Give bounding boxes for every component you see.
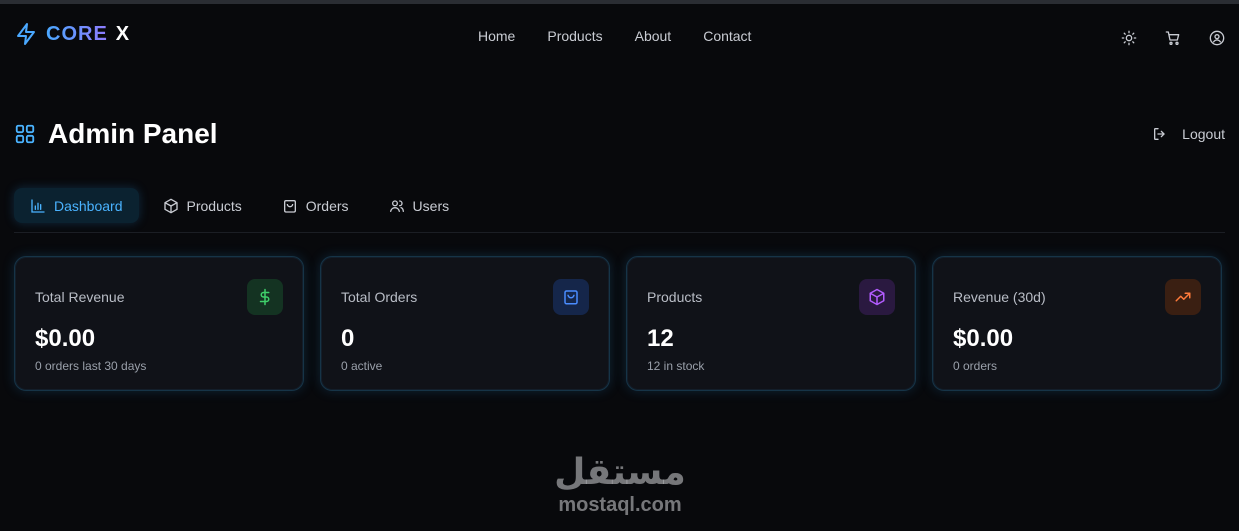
tab-orders[interactable]: Orders: [266, 188, 365, 223]
brand-name-x: X: [115, 22, 131, 45]
nav-link-about[interactable]: About: [635, 28, 672, 44]
nav-actions: [1117, 26, 1229, 50]
dollar-icon: [259, 288, 270, 306]
stat-value: $0.00: [953, 325, 1014, 352]
user-circle-icon: [1209, 30, 1225, 46]
admin-tabs: Dashboard Products Orders Users: [14, 188, 465, 223]
theme-toggle-button[interactable]: [1117, 26, 1141, 50]
grid-icon: [15, 124, 35, 144]
shopping-bag-icon: [283, 199, 296, 213]
brand-name-core: CORE: [46, 22, 108, 45]
lightning-bolt-icon: [17, 23, 35, 45]
stat-label: Products: [647, 289, 703, 305]
logout-label: Logout: [1182, 126, 1225, 142]
watermark-arabic: مستقل: [554, 452, 686, 493]
tab-dashboard[interactable]: Dashboard: [14, 188, 139, 223]
page-header: Admin Panel Logout: [14, 118, 1225, 158]
nav-link-home[interactable]: Home: [478, 28, 515, 44]
stat-label: Total Revenue: [35, 289, 125, 305]
stat-value: $0.00: [35, 325, 96, 352]
nav-link-contact[interactable]: Contact: [703, 28, 751, 44]
watermark-latin: mostaql.com: [558, 494, 682, 516]
tabs-divider: [14, 232, 1225, 233]
stat-icon-badge: [859, 279, 895, 315]
stat-subtext: 12 in stock: [647, 359, 705, 373]
logout-icon: [1154, 127, 1165, 140]
stat-value: 0: [341, 325, 355, 352]
cart-button[interactable]: [1161, 26, 1185, 50]
stat-card-total-orders: Total Orders 0 0 active: [320, 256, 610, 391]
stat-card-revenue-30d: Revenue (30d) $0.00 0 orders: [932, 256, 1222, 391]
stat-card-total-revenue: Total Revenue $0.00 0 orders last 30 day…: [14, 256, 304, 391]
stat-icon-badge: [1165, 279, 1201, 315]
cart-icon: [1165, 31, 1180, 45]
stat-subtext: 0 orders: [953, 359, 998, 373]
nav-link-products[interactable]: Products: [547, 28, 602, 44]
stat-subtext: 0 active: [341, 359, 383, 373]
stat-label: Revenue (30d): [953, 289, 1046, 305]
tab-label: Users: [412, 197, 450, 214]
tab-label: Products: [186, 197, 242, 214]
watermark: مستقل mostaql.com: [550, 452, 690, 516]
stat-subtext: 0 orders last 30 days: [35, 359, 147, 373]
page-title: Admin Panel: [48, 118, 218, 149]
app-window: CORE X Home Products About Contact Admin…: [0, 0, 1239, 531]
stat-label: Total Orders: [341, 289, 418, 305]
tab-products[interactable]: Products: [147, 188, 258, 223]
stat-icon-badge: [553, 279, 589, 315]
shopping-bag-icon: [564, 290, 578, 305]
account-button[interactable]: [1205, 26, 1229, 50]
tab-label: Orders: [305, 197, 349, 214]
stat-icon-badge: [247, 279, 283, 315]
stats-cards: Total Revenue $0.00 0 orders last 30 day…: [14, 256, 1222, 391]
sun-icon: [1121, 30, 1137, 46]
bar-chart-icon: [31, 198, 45, 213]
box-icon: [163, 198, 178, 213]
logout-button[interactable]: Logout: [1152, 126, 1225, 142]
stat-value: 12: [647, 325, 674, 352]
box-icon: [869, 288, 885, 306]
brand-logo[interactable]: CORE X: [14, 22, 130, 46]
page-title-group: Admin Panel: [14, 118, 218, 150]
nav-links: Home Products About Contact: [478, 28, 751, 44]
tab-users[interactable]: Users: [373, 188, 466, 223]
top-navbar: CORE X Home Products About Contact: [0, 4, 1239, 70]
trending-up-icon: [1175, 292, 1191, 302]
tab-label: Dashboard: [54, 197, 123, 214]
users-icon: [389, 199, 404, 212]
stat-card-products: Products 12 12 in stock: [626, 256, 916, 391]
